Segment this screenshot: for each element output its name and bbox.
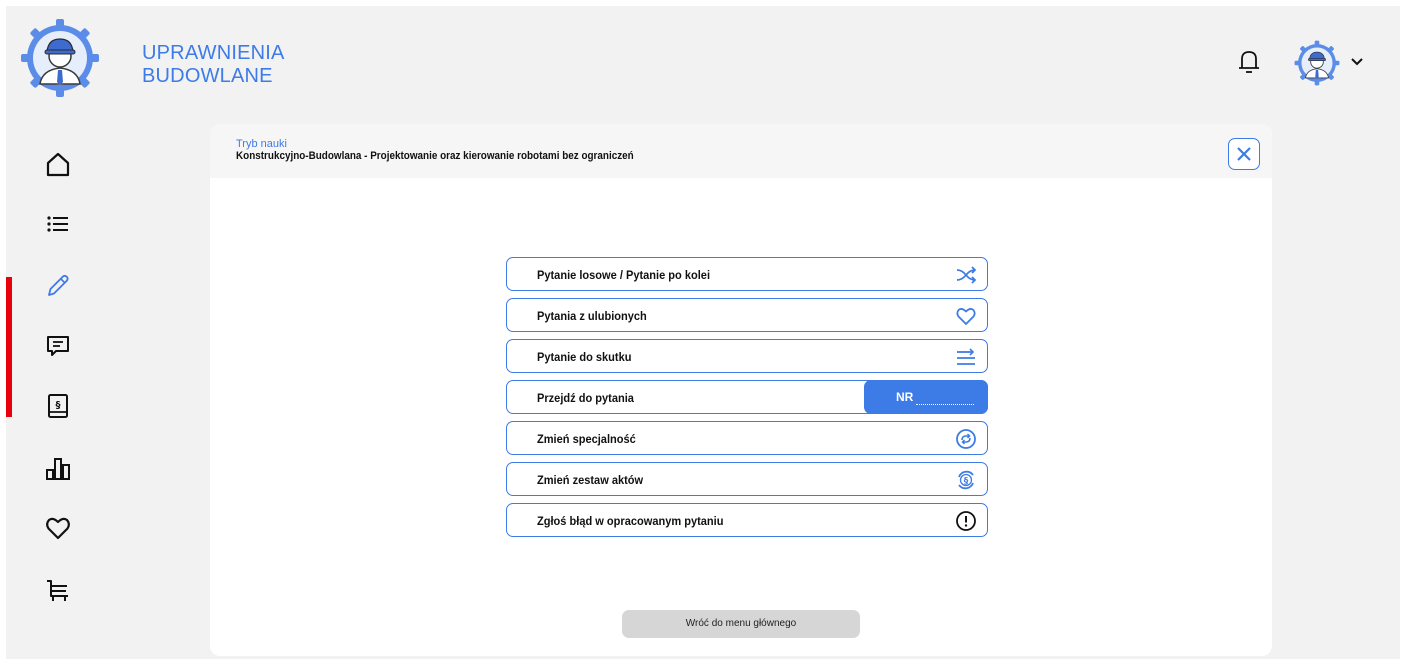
list-icon bbox=[47, 216, 68, 232]
change-acts-button[interactable]: Zmień zestaw aktów § bbox=[506, 462, 988, 496]
cart-icon bbox=[47, 580, 68, 601]
option-label: Pytanie losowe / Pytanie po kolei bbox=[537, 268, 711, 282]
option-label: Pytanie do skutku bbox=[537, 350, 632, 364]
option-label: Zmień specjalność bbox=[537, 432, 636, 446]
heart-icon bbox=[955, 305, 977, 327]
favourite-questions-button[interactable]: Pytania z ulubionych bbox=[506, 298, 988, 332]
app-background: UPRAWNIENIA BUDOWLANE § Tryb nauki Konst… bbox=[6, 6, 1400, 659]
question-number-box: NR bbox=[864, 380, 988, 414]
go-to-question-button[interactable]: Przejdź do pytania NR bbox=[506, 380, 988, 414]
repeat-lines-icon bbox=[955, 346, 977, 368]
nav-chat[interactable] bbox=[44, 332, 72, 360]
back-to-menu-button[interactable]: Wróć do menu głównego bbox=[622, 610, 860, 638]
law-book-icon: § bbox=[48, 394, 68, 418]
until-success-button[interactable]: Pytanie do skutku bbox=[506, 339, 988, 373]
nav-stats[interactable] bbox=[44, 454, 72, 482]
nav-laws[interactable]: § bbox=[44, 392, 72, 420]
avatar[interactable] bbox=[1294, 40, 1340, 86]
swap-circle-icon bbox=[955, 428, 977, 450]
stats-icon bbox=[46, 458, 70, 480]
nav-learn[interactable] bbox=[44, 271, 72, 299]
options-list: Pytanie losowe / Pytanie po kolei Pytani… bbox=[506, 257, 988, 544]
report-error-button[interactable]: Zgłoś błąd w opracowanym pytaniu bbox=[506, 503, 988, 537]
sidebar: § bbox=[6, 126, 106, 626]
nav-list[interactable] bbox=[44, 210, 72, 238]
nav-favourites[interactable] bbox=[44, 514, 72, 542]
heart-icon bbox=[46, 517, 70, 540]
option-label: Przejdź do pytania bbox=[537, 391, 634, 405]
svg-text:§: § bbox=[964, 477, 969, 487]
option-label: Pytania z ulubionych bbox=[537, 309, 647, 323]
close-icon bbox=[1237, 147, 1251, 161]
chat-icon bbox=[47, 336, 69, 356]
paragraph-refresh-icon: § bbox=[955, 469, 977, 491]
mode-title: Konstrukcyjno-Budowlana - Projektowanie … bbox=[236, 150, 634, 162]
logo[interactable] bbox=[20, 18, 100, 98]
question-number-input[interactable] bbox=[916, 389, 974, 405]
pencil-icon bbox=[48, 274, 69, 296]
brand-line1: UPRAWNIENIA bbox=[142, 42, 285, 64]
home-icon bbox=[46, 152, 70, 177]
random-question-button[interactable]: Pytanie losowe / Pytanie po kolei bbox=[506, 257, 988, 291]
panel-header: Tryb nauki Konstrukcyjno-Budowlana - Pro… bbox=[210, 124, 1272, 178]
chevron-down-icon[interactable] bbox=[1349, 53, 1365, 69]
change-specialty-button[interactable]: Zmień specjalność bbox=[506, 421, 988, 455]
option-label: Zmień zestaw aktów bbox=[537, 473, 644, 487]
shuffle-icon bbox=[955, 264, 977, 286]
svg-text:§: § bbox=[56, 400, 61, 411]
mode-label: Tryb nauki bbox=[236, 138, 287, 150]
brand-line2: BUDOWLANE bbox=[142, 65, 273, 87]
bell-icon[interactable] bbox=[1236, 46, 1262, 78]
brand-name: UPRAWNIENIA BUDOWLANE bbox=[142, 42, 285, 88]
option-label: Zgłoś błąd w opracowanym pytaniu bbox=[537, 514, 724, 528]
nr-label: NR bbox=[896, 390, 914, 404]
nav-home[interactable] bbox=[44, 150, 72, 178]
alert-icon bbox=[955, 510, 977, 532]
close-button[interactable] bbox=[1228, 138, 1260, 170]
learning-mode-panel: Tryb nauki Konstrukcyjno-Budowlana - Pro… bbox=[210, 124, 1272, 656]
nav-shop[interactable] bbox=[44, 576, 72, 604]
